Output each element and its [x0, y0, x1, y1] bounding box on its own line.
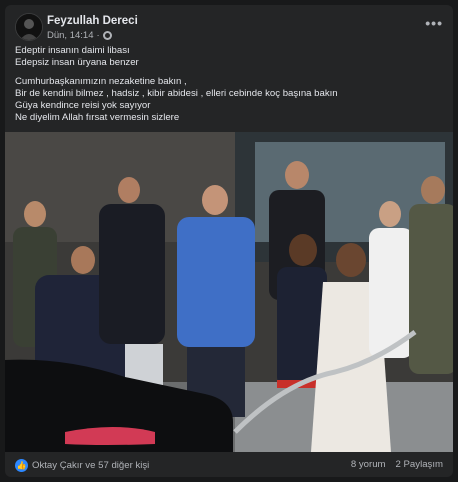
author-name[interactable]: Feyzullah Dereci: [47, 15, 138, 27]
post-footer: 👍 Oktay Çakır ve 57 diğer kişi 8 yorum 2…: [5, 453, 453, 477]
post-line: Cumhurbaşkanımızın nezaketine bakın ,: [15, 76, 187, 87]
post-line: Bir de kendini bilmez , hadsiz , kibir a…: [15, 88, 338, 99]
globe-icon: [102, 31, 112, 40]
author-avatar[interactable]: [15, 13, 43, 41]
comments-count[interactable]: 8 yorum: [351, 459, 386, 470]
more-options-icon[interactable]: •••: [425, 15, 443, 31]
post-time[interactable]: Dün, 14:14: [47, 30, 93, 41]
like-icon: 👍: [15, 459, 28, 472]
engagement-counts: 8 yorum 2 Paylaşım: [351, 459, 443, 470]
shares-count[interactable]: 2 Paylaşım: [396, 459, 443, 470]
post-line: Edepsiz insan üryana benzer: [15, 57, 139, 68]
post-line: Edeptir insanın daimi libası: [15, 45, 130, 56]
post-meta: Dün, 14:14 ·: [47, 30, 112, 41]
reactions-text[interactable]: Oktay Çakır ve 57 diğer kişi: [32, 460, 149, 471]
meta-separator: ·: [96, 30, 100, 41]
post-line: Ne diyelim Allah fırsat vermesin sizlere: [15, 112, 180, 123]
post-text: Edeptir insanın daimi libası Edepsiz ins…: [15, 45, 443, 124]
post-card: Feyzullah Dereci Dün, 14:14 · ••• Edepti…: [5, 5, 453, 477]
post-header: Feyzullah Dereci Dün, 14:14 · •••: [15, 13, 443, 43]
post-photo[interactable]: [5, 132, 453, 452]
post-line: Güya kendince reisi yok sayıyor: [15, 100, 151, 111]
reactions-summary[interactable]: 👍 Oktay Çakır ve 57 diğer kişi: [15, 459, 149, 472]
